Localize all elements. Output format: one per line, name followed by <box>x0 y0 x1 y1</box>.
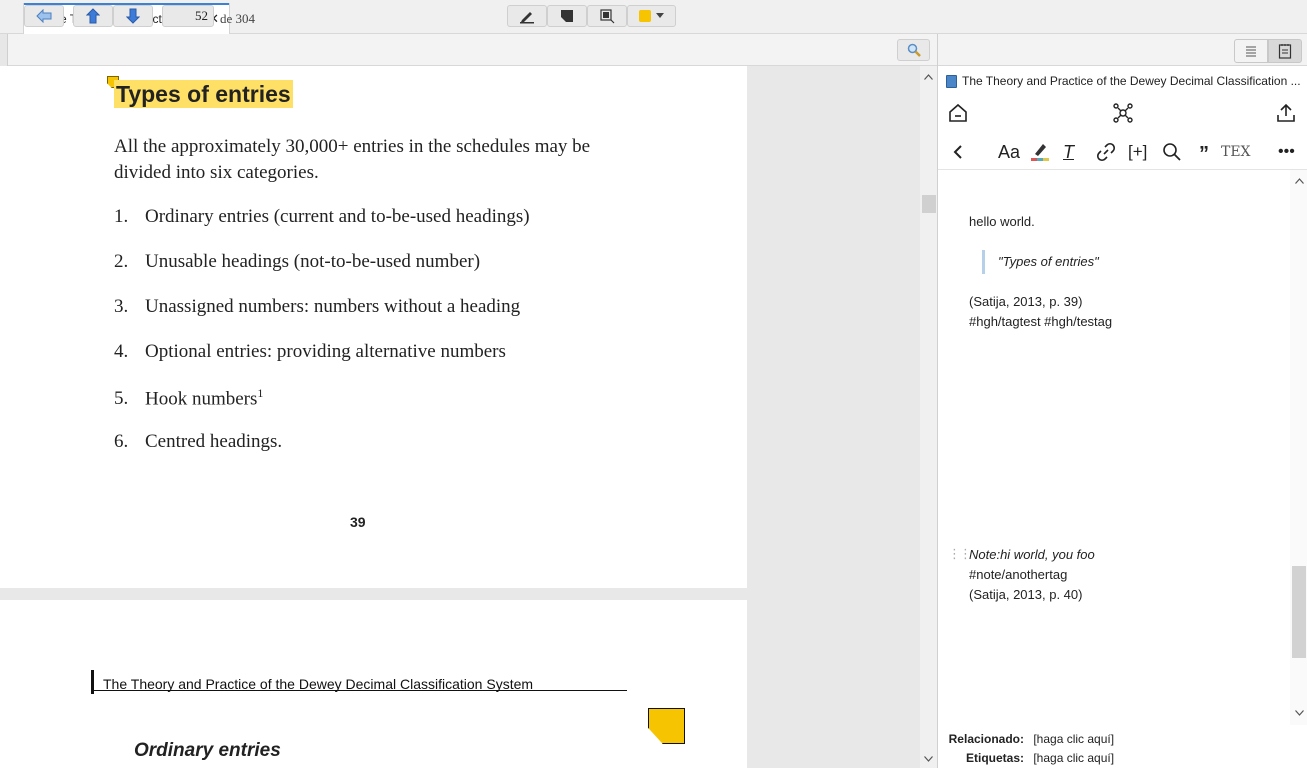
list-item: 1. Ordinary entries (current and to-be-us… <box>114 206 530 251</box>
header-rule <box>91 690 627 691</box>
chevron-down-icon[interactable] <box>924 756 933 762</box>
link-icon[interactable] <box>1096 142 1116 162</box>
note-format-toolbar: Aa T [+] ” TEX ••• <box>938 134 1307 170</box>
list-lines-icon <box>1246 46 1256 57</box>
page-number: 39 <box>350 514 366 530</box>
chevron-up-icon[interactable] <box>924 74 933 80</box>
note-comment: Note:hi world, you foo <box>969 547 1095 562</box>
scrollbar-thumb[interactable] <box>922 195 936 213</box>
note-title: The Theory and Practice of the Dewey Dec… <box>962 74 1301 88</box>
note-citation[interactable]: (Satija, 2013, p. 39) <box>969 294 1082 309</box>
note-citation[interactable]: (Satija, 2013, p. 40) <box>969 587 1082 602</box>
chevron-down-icon <box>656 13 664 18</box>
entry-list: 1. Ordinary entries (current and to-be-us… <box>114 206 530 476</box>
note-title-bar[interactable]: The Theory and Practice of the Dewey Dec… <box>938 67 1307 95</box>
page-separator <box>0 588 747 600</box>
page-number-input[interactable]: 52 <box>162 5 214 27</box>
quote-icon[interactable]: ” <box>1199 136 1209 172</box>
chevron-left-icon[interactable] <box>952 144 964 160</box>
chevron-down-icon[interactable] <box>1295 710 1304 716</box>
list-number: 4. <box>114 341 129 362</box>
page-count: de 304 <box>220 11 256 26</box>
book-icon <box>946 75 957 88</box>
tags-label: Etiquetas: <box>965 751 1024 765</box>
list-number: 6. <box>114 431 129 452</box>
tags-link[interactable]: [haga clic aquí] <box>1033 751 1114 765</box>
share-icon[interactable] <box>1276 103 1296 123</box>
list-text: Unusable headings (not-to-be-used number… <box>145 251 481 272</box>
section-heading: Types of entries <box>114 80 293 108</box>
text-format-icon[interactable]: Aa <box>998 134 1020 170</box>
list-item: 2. Unusable headings (not-to-be-used numb… <box>114 251 530 296</box>
list-item: 4. Optional entries: providing alternativ… <box>114 341 530 386</box>
note-header-toolbar <box>938 95 1307 131</box>
sticky-note-icon[interactable] <box>648 708 685 744</box>
area-select-icon <box>600 9 615 24</box>
paragraph: All the approximately 30,000+ entries in… <box>114 136 591 183</box>
color-swatch-icon <box>639 10 651 22</box>
arrow-left-icon <box>36 9 52 23</box>
search-icon <box>907 43 921 57</box>
list-text: Optional entries: providing alternative … <box>145 341 506 362</box>
area-tool-button[interactable] <box>587 5 627 27</box>
pen-icon <box>520 12 534 24</box>
list-number: 1. <box>114 206 129 227</box>
arrow-down-icon <box>126 8 140 24</box>
pdf-page-40: The Theory and Practice of the Dewey Dec… <box>0 600 747 768</box>
note-blockquote: "Types of entries" <box>982 250 1099 274</box>
list-text: Hook numbers <box>145 388 258 410</box>
color-picker-button[interactable] <box>627 5 676 27</box>
pane-toolbar <box>938 34 1307 66</box>
list-text: Centred headings. <box>145 431 283 452</box>
highlighter-icon[interactable] <box>1029 140 1051 162</box>
list-text: Unassigned numbers: numbers without a he… <box>145 296 521 317</box>
note-editor[interactable]: hello world. "Types of entries" (Satija,… <box>938 170 1290 725</box>
insert-citation-icon[interactable]: [+] <box>1128 134 1147 170</box>
home-icon[interactable] <box>948 103 968 123</box>
pdf-viewer[interactable]: Types of entries All the approximately 3… <box>0 66 937 768</box>
back-button[interactable] <box>24 5 64 27</box>
previous-page-button[interactable] <box>73 5 113 27</box>
pdf-page-39: Types of entries All the approximately 3… <box>0 66 747 588</box>
list-text: Ordinary entries (current and to-be-used… <box>145 206 530 227</box>
highlight-tool-button[interactable] <box>507 5 547 27</box>
pane-scrollbar[interactable] <box>920 66 937 768</box>
note-tag: #note/anothertag <box>969 567 1068 582</box>
list-number: 5. <box>114 388 129 410</box>
list-number: 2. <box>114 251 129 272</box>
search-icon[interactable] <box>1162 142 1182 162</box>
subheading: Ordinary entries <box>134 740 281 761</box>
list-number: 3. <box>114 296 129 317</box>
list-item: 5. Hook numbers1 <box>114 386 530 431</box>
clear-format-icon[interactable]: T <box>1063 134 1074 170</box>
note-footer: Relacionado: [haga clic aquí] Etiquetas:… <box>938 725 1307 768</box>
note-tool-button[interactable] <box>547 5 587 27</box>
arrow-up-icon <box>86 8 100 24</box>
note-tags: #hgh/tagtest #hgh/testag <box>969 314 1113 329</box>
footnote-marker: 1 <box>257 386 264 400</box>
graph-icon[interactable] <box>1111 101 1135 125</box>
related-link[interactable]: [haga clic aquí] <box>1033 732 1114 746</box>
item-pane-toggle[interactable] <box>1234 39 1268 63</box>
search-button[interactable] <box>897 39 930 61</box>
note-text: hello world. <box>969 214 1035 229</box>
next-page-button[interactable] <box>113 5 153 27</box>
tex-icon[interactable]: TEX <box>1221 134 1251 170</box>
list-item: 3. Unassigned numbers: numbers without a … <box>114 296 530 341</box>
list-item: 6. Centred headings. <box>114 431 530 476</box>
scrollbar-thumb[interactable] <box>1292 566 1306 658</box>
drag-handle-icon[interactable]: ⋮⋮ <box>948 546 972 562</box>
notes-pane-toggle[interactable] <box>1268 39 1302 63</box>
notes-pane: The Theory and Practice of the Dewey Dec… <box>937 34 1307 768</box>
chevron-up-icon[interactable] <box>1295 178 1304 184</box>
more-icon[interactable]: ••• <box>1278 134 1295 170</box>
related-label: Relacionado: <box>948 732 1024 746</box>
notepad-icon <box>1278 44 1292 59</box>
sticky-note-icon <box>561 10 573 22</box>
sidebar-toggle[interactable] <box>0 34 8 66</box>
